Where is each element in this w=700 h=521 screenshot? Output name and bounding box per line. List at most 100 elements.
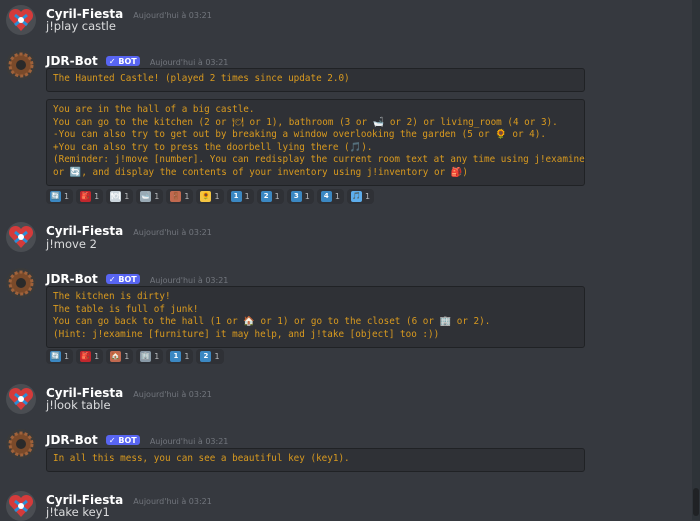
gear-avatar-icon xyxy=(6,268,36,298)
reaction-four[interactable]: 41 xyxy=(316,189,344,204)
code-line: You can go back to the hall (1 or 🏠 or 1… xyxy=(53,316,491,327)
timestamp: Aujourd'hui à 03:21 xyxy=(133,497,212,506)
reaction-plate[interactable]: 🍽 1 xyxy=(106,189,134,204)
backpack-icon: 🎒 xyxy=(80,351,92,362)
bot-avatar[interactable] xyxy=(6,50,36,80)
code-block-room: The kitchen is dirty! The table is full … xyxy=(46,286,585,348)
heart-avatar-icon xyxy=(6,222,36,252)
refresh-icon: 🔄 xyxy=(50,351,61,362)
reaction-count: 1 xyxy=(184,352,190,361)
refresh-icon: 🔄 xyxy=(50,191,61,202)
user-avatar[interactable] xyxy=(6,222,36,252)
reaction-bar: 🔄 1 🎒 1 🏠 1 🏢 1 11 21 xyxy=(46,349,224,364)
reaction-bathtub[interactable]: 🛁 1 xyxy=(136,189,164,204)
code-line: (Hint: j!examine [furniture] it may help… xyxy=(53,328,440,340)
reaction-count: 1 xyxy=(334,192,340,201)
keycap-three-icon: 3 xyxy=(290,191,302,202)
author-name[interactable]: Cyril-Fiesta xyxy=(46,224,123,238)
reaction-building[interactable]: 🏢 1 xyxy=(136,349,164,364)
bot-badge: ✓ BOT xyxy=(105,435,140,445)
reaction-door[interactable]: 🚪 1 xyxy=(166,189,194,204)
author-name[interactable]: JDR-Bot xyxy=(46,54,98,68)
reaction-count: 1 xyxy=(364,192,371,201)
reaction-count: 1 xyxy=(274,192,280,201)
house-icon: 🏠 xyxy=(110,351,122,362)
backpack-icon: 🎒 xyxy=(80,191,92,202)
bot-badge: ✓ BOT xyxy=(105,274,140,284)
reaction-sunflower[interactable]: 🌻 1 xyxy=(196,189,224,204)
code-block-title: The Haunted Castle! (played 2 times sinc… xyxy=(46,68,585,92)
code-line: +You can also try to press the doorbell … xyxy=(53,141,373,153)
bathtub-icon: 🛁 xyxy=(140,191,152,202)
code-line: The Haunted Castle! (played 2 times sinc… xyxy=(53,73,350,84)
message-text: j!move 2 xyxy=(46,237,97,251)
reaction-count: 1 xyxy=(154,192,160,201)
code-line: You are in the hall of a big castle. xyxy=(53,104,255,115)
bot-avatar[interactable] xyxy=(6,429,36,459)
timestamp: Aujourd'hui à 03:21 xyxy=(133,228,212,237)
reaction-one[interactable]: 11 xyxy=(166,349,194,364)
code-line: -You can also try to get out by breaking… xyxy=(53,129,546,140)
code-line: (Reminder: j!move [number]. You can redi… xyxy=(53,154,585,165)
author-name[interactable]: JDR-Bot xyxy=(46,272,98,286)
reaction-refresh[interactable]: 🔄 1 xyxy=(46,349,74,364)
timestamp: Aujourd'hui à 03:21 xyxy=(133,11,212,20)
reaction-count: 1 xyxy=(94,352,100,361)
code-line: You can go to the kitchen (2 or 🍽 or 1),… xyxy=(53,116,558,128)
timestamp: Aujourd'hui à 03:21 xyxy=(133,390,212,399)
message-text: j!play castle xyxy=(46,19,116,33)
keycap-two-icon: 2 xyxy=(200,351,212,362)
reaction-one[interactable]: 11 xyxy=(226,189,254,204)
code-line: The table is full of junk! xyxy=(53,303,199,315)
reaction-house[interactable]: 🏠 1 xyxy=(106,349,134,364)
reaction-three[interactable]: 31 xyxy=(286,189,314,204)
keycap-one-icon: 1 xyxy=(230,191,242,202)
scrollbar-thumb[interactable] xyxy=(693,488,699,516)
reaction-refresh[interactable]: 🔄 1 xyxy=(46,189,74,204)
code-line: In all this mess, you can see a beautifu… xyxy=(53,453,350,464)
reaction-count: 1 xyxy=(94,192,100,201)
building-icon: 🏢 xyxy=(140,351,152,362)
scrollbar-track[interactable] xyxy=(692,0,700,520)
reaction-count: 1 xyxy=(64,352,70,361)
keycap-two-icon: 2 xyxy=(260,191,272,202)
bot-badge: ✓ BOT xyxy=(105,56,140,66)
reaction-backpack[interactable]: 🎒 1 xyxy=(76,189,104,204)
music-notes-icon: 🎵 xyxy=(350,191,362,202)
reaction-count: 1 xyxy=(184,192,190,201)
user-avatar[interactable] xyxy=(6,5,36,35)
timestamp: Aujourd'hui à 03:21 xyxy=(149,276,229,285)
reaction-music[interactable]: 🎵 1 xyxy=(346,189,375,204)
code-block-result: In all this mess, you can see a beautifu… xyxy=(46,448,585,472)
door-icon: 🚪 xyxy=(170,191,182,202)
reaction-count: 1 xyxy=(214,352,220,361)
reaction-backpack[interactable]: 🎒 1 xyxy=(76,349,104,364)
keycap-four-icon: 4 xyxy=(320,191,332,202)
message-text: j!look table xyxy=(46,398,111,412)
reaction-count: 1 xyxy=(214,192,220,201)
code-block-room: You are in the hall of a big castle. You… xyxy=(46,99,585,186)
sunflower-icon: 🌻 xyxy=(200,191,212,202)
reaction-count: 1 xyxy=(304,192,310,201)
plate-icon: 🍽 xyxy=(110,191,122,202)
reaction-count: 1 xyxy=(124,352,130,361)
reaction-count: 1 xyxy=(64,192,70,201)
reaction-count: 1 xyxy=(154,352,160,361)
keycap-one-icon: 1 xyxy=(170,351,182,362)
reaction-count: 1 xyxy=(244,192,250,201)
reaction-two[interactable]: 21 xyxy=(196,349,224,364)
heart-avatar-icon xyxy=(6,491,36,521)
bot-avatar[interactable] xyxy=(6,268,36,298)
heart-avatar-icon xyxy=(6,384,36,414)
gear-avatar-icon xyxy=(6,50,36,80)
heart-avatar-icon xyxy=(6,5,36,35)
timestamp: Aujourd'hui à 03:21 xyxy=(149,58,229,67)
author-name[interactable]: JDR-Bot xyxy=(46,433,98,447)
user-avatar[interactable] xyxy=(6,491,36,521)
user-avatar[interactable] xyxy=(6,384,36,414)
reaction-bar: 🔄 1 🎒 1 🍽 1 🛁 1 🚪 1 🌻 1 11 21 31 41 🎵 1 xyxy=(46,189,375,204)
reaction-two[interactable]: 21 xyxy=(256,189,284,204)
code-line: or 🔄, and display the contents of your i… xyxy=(53,166,468,178)
gear-avatar-icon xyxy=(6,429,36,459)
reaction-count: 1 xyxy=(124,192,130,201)
